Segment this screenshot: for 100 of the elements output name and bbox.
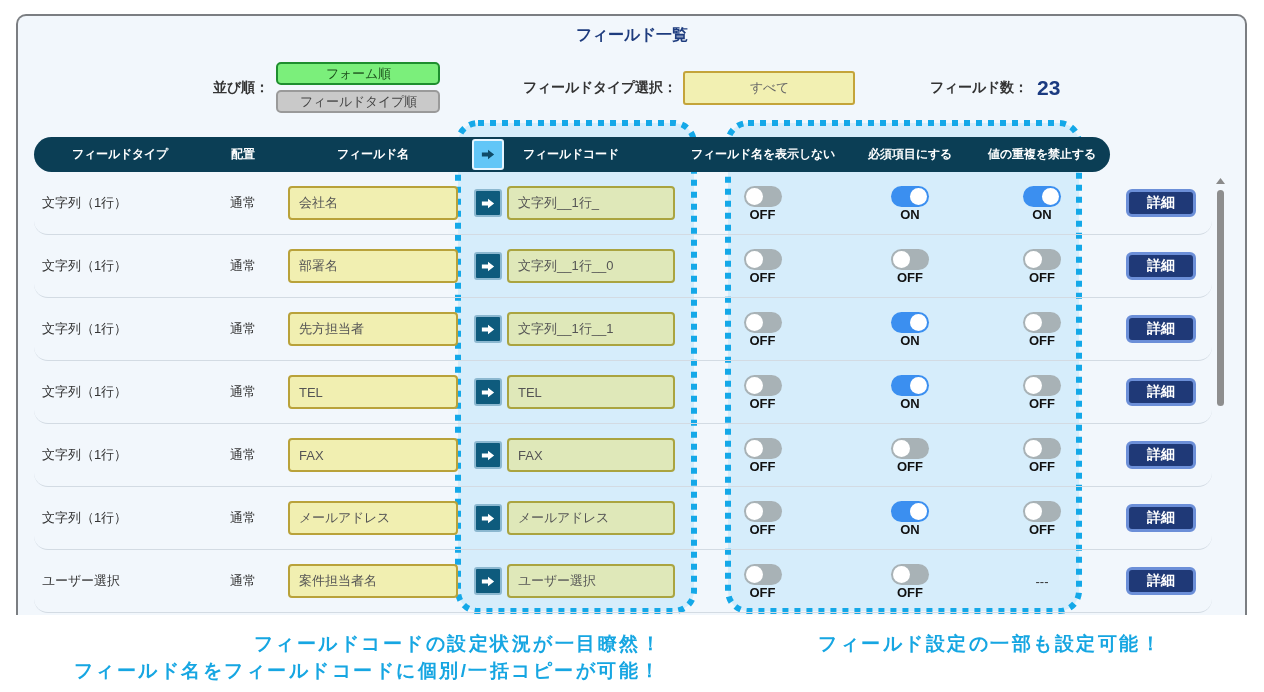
scrollbar-thumb[interactable] (1216, 190, 1224, 406)
field-code-input[interactable]: 文字列__1行_ (507, 186, 675, 220)
copy-button[interactable] (474, 378, 502, 406)
empty-value-text: --- (1035, 573, 1049, 589)
toggle-state-label: OFF (897, 460, 923, 474)
toggle-switch[interactable] (1023, 186, 1061, 207)
detail-button[interactable]: 詳細 (1126, 189, 1196, 217)
right-arrow-icon (481, 197, 495, 209)
right-arrow-icon (481, 260, 495, 272)
field-type-text: ユーザー選択 (42, 572, 120, 590)
copy-all-button[interactable] (471, 139, 504, 170)
toggle-state-label: OFF (749, 523, 776, 537)
copy-button[interactable] (474, 567, 502, 595)
detail-button[interactable]: 詳細 (1126, 252, 1196, 280)
column-header: 値の重複を禁止する (988, 146, 1096, 163)
toggle-state-label: OFF (749, 334, 776, 348)
column-header: フィールド名を表示しない (690, 146, 835, 163)
toggle-state-label: OFF (1029, 271, 1055, 285)
field-name-input[interactable]: 会社名 (288, 186, 458, 220)
copy-button[interactable] (474, 315, 502, 343)
placement-text: 通常 (229, 446, 256, 464)
toggle-state-label: OFF (749, 460, 776, 474)
right-arrow-icon (481, 512, 495, 524)
detail-button[interactable]: 詳細 (1126, 441, 1196, 469)
field-type-text: 文字列（1行） (42, 509, 128, 527)
field-count: 23 (1037, 75, 1061, 100)
placement-text: 通常 (229, 320, 256, 338)
field-type-text: 文字列（1行） (42, 320, 128, 338)
toggle-switch[interactable] (891, 375, 929, 396)
field-name-input[interactable]: メールアドレス (288, 501, 458, 535)
field-type-text: 文字列（1行） (42, 194, 128, 212)
field-name-input[interactable]: TEL (288, 375, 458, 409)
placement-text: 通常 (229, 383, 256, 401)
toggle-switch[interactable] (891, 501, 929, 522)
toggle-switch[interactable] (1023, 249, 1061, 270)
toggle-state-label: OFF (1029, 397, 1055, 411)
right-arrow-icon (481, 386, 495, 398)
column-header: フィールドタイプ (71, 146, 168, 163)
callout-text: フィールド名をフィールドコードに個別/一括コピーが可能！ (73, 659, 662, 683)
toggle-switch[interactable] (891, 186, 929, 207)
toggle-switch[interactable] (891, 564, 929, 585)
toggle-state-label: OFF (749, 208, 776, 222)
column-header: 配置 (230, 146, 255, 163)
field-type-text: 文字列（1行） (42, 257, 128, 275)
panel-title: フィールド一覧 (575, 25, 688, 45)
sort-option-button[interactable]: フィールドタイプ順 (276, 90, 440, 113)
type-select[interactable]: すべて (683, 70, 855, 105)
detail-button[interactable]: 詳細 (1126, 315, 1196, 343)
right-arrow-icon (481, 449, 495, 461)
field-name-input[interactable]: 先方担当者 (288, 312, 458, 346)
toggle-state-label: ON (900, 523, 920, 537)
scroll-up-icon[interactable] (1215, 178, 1225, 184)
toggle-switch[interactable] (1023, 375, 1061, 396)
toggle-switch[interactable] (1023, 501, 1061, 522)
column-header: フィールド名 (336, 146, 409, 163)
placement-text: 通常 (229, 509, 256, 527)
detail-button[interactable]: 詳細 (1126, 378, 1196, 406)
placement-text: 通常 (229, 257, 256, 275)
toggle-switch[interactable] (1023, 438, 1061, 459)
toggle-switch[interactable] (891, 249, 929, 270)
field-name-input[interactable]: FAX (288, 438, 458, 472)
toggle-state-label: ON (900, 208, 920, 222)
field-code-input[interactable]: 文字列__1行__0 (507, 249, 675, 283)
toggle-state-label: OFF (749, 271, 776, 285)
column-header: フィールドコード (523, 146, 619, 163)
toggle-switch[interactable] (1023, 312, 1061, 333)
field-code-input[interactable]: ユーザー選択 (507, 564, 675, 598)
toggle-state-label: OFF (1029, 523, 1055, 537)
toggle-state-label: OFF (1029, 460, 1055, 474)
placement-text: 通常 (229, 194, 256, 212)
type-filter-label: フィールドタイプ選択： (523, 78, 677, 97)
copy-button[interactable] (474, 189, 502, 217)
copy-button[interactable] (474, 504, 502, 532)
toggle-switch[interactable] (891, 312, 929, 333)
toggle-switch[interactable] (891, 438, 929, 459)
sort-option-button[interactable]: フォーム順 (276, 62, 440, 85)
sort-label: 並び順： (213, 78, 269, 97)
detail-button[interactable]: 詳細 (1126, 504, 1196, 532)
toggle-state-label: OFF (749, 397, 776, 411)
copy-button[interactable] (474, 252, 502, 280)
toggle-state-label: ON (900, 334, 920, 348)
toggle-state-label: ON (1032, 208, 1052, 222)
field-name-input[interactable]: 部署名 (288, 249, 458, 283)
column-header: 必須項目にする (868, 146, 952, 163)
field-code-input[interactable]: メールアドレス (507, 501, 675, 535)
field-code-input[interactable]: 文字列__1行__1 (507, 312, 675, 346)
placement-text: 通常 (229, 572, 256, 590)
field-code-input[interactable]: FAX (507, 438, 675, 472)
detail-button[interactable]: 詳細 (1126, 567, 1196, 595)
copy-button[interactable] (474, 441, 502, 469)
right-arrow-icon (481, 323, 495, 335)
toggle-state-label: OFF (1029, 334, 1055, 348)
toggle-state-label: OFF (897, 271, 923, 285)
right-arrow-icon (481, 575, 495, 587)
field-name-input[interactable]: 案件担当者名 (288, 564, 458, 598)
field-code-input[interactable]: TEL (507, 375, 675, 409)
right-arrow-icon (480, 149, 495, 160)
field-type-text: 文字列（1行） (42, 446, 128, 464)
toggle-state-label: OFF (749, 586, 776, 600)
field-type-text: 文字列（1行） (42, 383, 128, 401)
